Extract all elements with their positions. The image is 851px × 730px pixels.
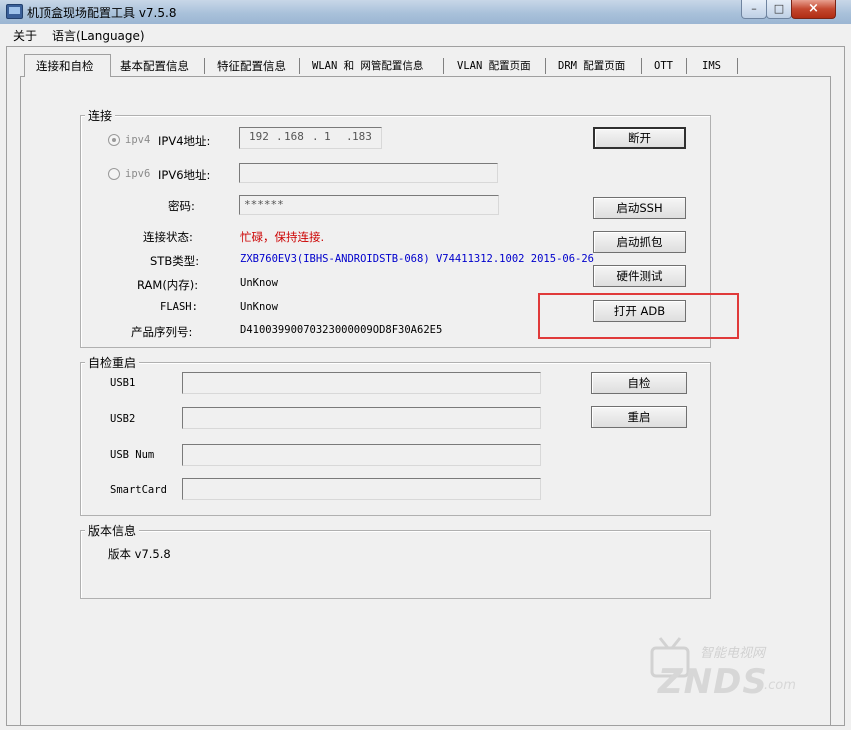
close-button[interactable]: × xyxy=(791,0,836,19)
ipv6-address-field[interactable] xyxy=(239,163,498,183)
tab-ott[interactable]: OTT xyxy=(652,57,675,75)
title-bar[interactable]: 机顶盒现场配置工具 v7.5.8 – □ × xyxy=(0,0,851,25)
tab-separator xyxy=(641,58,642,74)
ipv4-address-field[interactable]: 192 . 168 . 1 . 183 xyxy=(239,127,382,149)
reboot-button[interactable]: 重启 xyxy=(591,406,687,428)
serial-label: 产品序列号: xyxy=(131,325,193,339)
password-label: 密码: xyxy=(168,199,195,213)
smartcard-label: SmartCard xyxy=(110,484,167,496)
ram-label: RAM(内存): xyxy=(137,278,199,292)
start-ssh-button[interactable]: 启动SSH xyxy=(593,197,686,219)
tab-separator xyxy=(443,58,444,74)
ipv4-radio[interactable] xyxy=(108,134,120,146)
usb1-field[interactable] xyxy=(182,372,541,394)
highlight-annotation xyxy=(538,293,739,339)
tab-connect-selfcheck[interactable]: 连接和自检 xyxy=(34,57,96,75)
tab-ims[interactable]: IMS xyxy=(700,57,723,75)
password-field[interactable]: ****** xyxy=(239,195,499,215)
znds-watermark: 智能电视网 ZNDS .com xyxy=(650,636,810,706)
watermark-domain: .com xyxy=(764,678,796,693)
version-group xyxy=(80,530,711,599)
ipv4-octet-4: 183 xyxy=(352,130,372,143)
ipv4-dot: . xyxy=(276,130,283,143)
watermark-tagline: 智能电视网 xyxy=(700,646,766,661)
usb2-label: USB2 xyxy=(110,413,136,425)
connection-group-title: 连接 xyxy=(85,107,116,124)
ipv6-radio-label: ipv6 xyxy=(125,168,151,180)
self-check-button[interactable]: 自检 xyxy=(591,372,687,394)
menu-about[interactable]: 关于 xyxy=(13,27,37,44)
version-text: 版本 v7.5.8 xyxy=(108,547,171,561)
selfcheck-group-title: 自检重启 xyxy=(85,354,140,371)
menu-bar: 关于 语言(Language) xyxy=(0,24,851,44)
ipv4-octet-3: 1 xyxy=(324,130,331,143)
tab-separator xyxy=(545,58,546,74)
stb-type-label: STB类型: xyxy=(150,254,200,268)
usb-num-label: USB Num xyxy=(110,449,155,461)
tab-wlan-config[interactable]: WLAN 和 网管配置信息 xyxy=(310,57,425,75)
status-label: 连接状态: xyxy=(143,230,193,244)
tab-separator xyxy=(686,58,687,74)
tab-separator xyxy=(204,58,205,74)
flash-value: UnKnow xyxy=(240,301,278,313)
flash-label: FLASH: xyxy=(160,301,198,313)
tab-separator xyxy=(737,58,738,74)
serial-value: D41003990070323000009OD8F30A62E5 xyxy=(240,324,443,336)
version-group-title: 版本信息 xyxy=(85,522,140,539)
minimize-button[interactable]: – xyxy=(741,0,767,19)
stb-type-value: ZXB760EV3(IBHS-ANDROIDSTB-068) V74411312… xyxy=(240,253,595,265)
menu-language[interactable]: 语言(Language) xyxy=(52,27,145,44)
usb1-label: USB1 xyxy=(110,377,136,389)
ipv4-label: IPV4地址: xyxy=(158,134,211,148)
ipv6-label: IPV6地址: xyxy=(158,168,211,182)
tab-drm-config[interactable]: DRM 配置页面 xyxy=(556,57,627,75)
tab-feature-config[interactable]: 特征配置信息 xyxy=(215,57,288,75)
watermark-logo-text: ZNDS xyxy=(658,662,768,702)
tab-basic-config[interactable]: 基本配置信息 xyxy=(118,57,191,75)
disconnect-button[interactable]: 断开 xyxy=(593,127,686,149)
ipv4-dot: . xyxy=(312,130,319,143)
status-value: 忙碌，保持连接. xyxy=(240,230,325,244)
maximize-button[interactable]: □ xyxy=(766,0,792,19)
tab-separator xyxy=(299,58,300,74)
start-capture-button[interactable]: 启动抓包 xyxy=(593,231,686,253)
ipv4-octet-1: 192 xyxy=(249,130,269,143)
usb2-field[interactable] xyxy=(182,407,541,429)
app-icon xyxy=(6,4,23,19)
ram-value: UnKnow xyxy=(240,277,278,289)
ipv4-radio-label: ipv4 xyxy=(125,134,151,146)
usb-num-field[interactable] xyxy=(182,444,541,466)
ipv6-radio[interactable] xyxy=(108,168,120,180)
tab-vlan-config[interactable]: VLAN 配置页面 xyxy=(455,57,533,75)
hardware-test-button[interactable]: 硬件测试 xyxy=(593,265,686,287)
smartcard-field[interactable] xyxy=(182,478,541,500)
window-title: 机顶盒现场配置工具 v7.5.8 xyxy=(27,6,177,20)
ipv4-octet-2: 168 xyxy=(284,130,304,143)
